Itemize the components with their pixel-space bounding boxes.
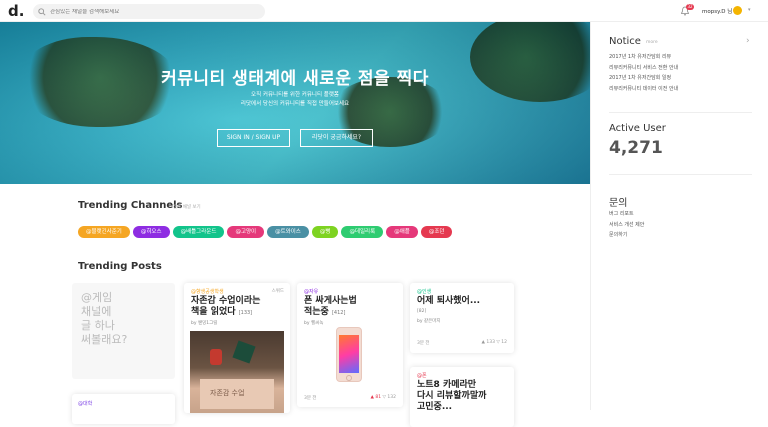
post-author-tag: 스위드 <box>271 289 284 294</box>
book-title: 자존감 수업 <box>210 389 245 397</box>
channel-chip[interactable]: @블랫긴사준기 <box>78 226 130 238</box>
post-thumbnail: 자존감 수업 <box>190 331 284 413</box>
post-title[interactable]: 어제 퇴사했어... <box>417 296 480 307</box>
hero-subtitle-line: 리닷에서 당신의 커뮤니티를 직접 만들어보세요 <box>240 101 350 107</box>
post-time: 3분 전 <box>417 341 430 346</box>
notice-item[interactable]: 2017년 1차 유저간담회 일정 <box>609 73 678 84</box>
chevron-down-icon[interactable]: ▾ <box>748 7 751 13</box>
channel-chip[interactable]: @조던 <box>420 226 453 238</box>
inquiry-list: 버그 리포트 서비스 개선 제안 문의하기 <box>609 209 644 241</box>
post-time: 3분 전 <box>304 396 317 401</box>
post-card[interactable]: @대학 <box>72 394 175 424</box>
channel-chip[interactable]: @애플 <box>386 226 418 238</box>
active-user-title: Active User <box>609 123 666 134</box>
photo-figure <box>210 349 222 365</box>
divider <box>609 112 752 113</box>
post-channel-tag[interactable]: @대학 <box>78 400 92 407</box>
signin-button[interactable]: SIGN IN / SIGN UP <box>217 129 290 147</box>
post-card[interactable]: @인생 어제 퇴사했어... [82] by 같은마지 3분 전 ▲ 133 ▽… <box>410 283 514 353</box>
search-icon <box>38 7 46 16</box>
channel-chip[interactable]: @데일리룩 <box>341 226 384 238</box>
channel-chip[interactable]: @배틀그라운드 <box>172 226 225 238</box>
notice-more-link[interactable]: more <box>646 40 658 45</box>
post-votes: ▲ 81 ▽ 132 <box>370 395 396 400</box>
post-card[interactable]: @폰 노트8 카메라만 다시 리뷰할까말까 고민중... <box>410 367 514 427</box>
post-card[interactable]: @향생공생학생 스위드 자존감 수업이라는 책을 읽었다 [133] by 쌘밍… <box>184 283 290 413</box>
post-thumbnail <box>336 327 362 382</box>
inquiry-item[interactable]: 서비스 개선 제안 <box>609 220 644 231</box>
post-channel-tag[interactable]: @인생 <box>417 288 431 295</box>
post-comment-count: [412] <box>331 310 346 316</box>
notice-list: 2017년 1차 유저간담회 리뷰 리뷰리커뮤니티 서비스 전환 안내 2017… <box>609 52 678 94</box>
channel-chip[interactable]: @뻥 <box>311 226 339 238</box>
channel-chip[interactable]: @히오스 <box>132 226 170 238</box>
upvote-count[interactable]: ▲ 81 <box>370 395 381 400</box>
post-title-text: 폰 싸게사는법 적는중 <box>304 296 357 317</box>
chevron-right-icon[interactable]: › <box>746 36 750 46</box>
upvote-count[interactable]: ▲ 133 <box>481 340 494 345</box>
trending-posts-title: Trending Posts <box>78 261 162 272</box>
notification-badge: 32 <box>686 4 694 10</box>
post-title[interactable]: 자존감 수업이라는 책을 읽었다 [133] <box>191 296 260 319</box>
post-title[interactable]: 폰 싸게사는법 적는중 [412] <box>304 296 357 319</box>
phone-home-button <box>346 375 352 381</box>
search-bar[interactable] <box>33 4 265 19</box>
post-channel-tag[interactable]: @폰 <box>417 372 427 379</box>
downvote-count[interactable]: ▽ 12 <box>496 340 507 345</box>
trending-channels-title: Trending Channels <box>78 200 183 211</box>
avatar[interactable] <box>733 6 742 15</box>
post-comment-count: [133] <box>238 310 253 316</box>
sidebar: Notice more › 2017년 1차 유저간담회 리뷰 리뷰리커뮤니티 … <box>590 22 768 410</box>
inquiry-item[interactable]: 버그 리포트 <box>609 209 644 220</box>
post-title[interactable]: 노트8 카메라만 다시 리뷰할까말까 고민중... <box>417 380 486 413</box>
inquiry-title: 문의 <box>609 198 628 209</box>
main-content: Trending Channels 전체 채널 보기 @블랫긴사준기 @히오스 … <box>0 184 590 427</box>
hero-subtitle: 오직 커뮤니티를 위한 커뮤니티 플랫폼 리닷에서 당신의 커뮤니티를 직접 만… <box>0 91 590 109</box>
username[interactable]: mopsy.D 님 <box>702 7 732 15</box>
post-author: by 헬씨녹 <box>304 321 324 326</box>
post-channel-tag[interactable]: @자유 <box>304 288 318 295</box>
photo-cube <box>232 340 256 364</box>
notice-item[interactable]: 2017년 1차 유저간담회 리뷰 <box>609 52 678 63</box>
write-post-prompt: @게임 채널에 글 하나 써볼래요? <box>81 291 128 346</box>
notice-item[interactable]: 리뷰리커뮤니티 서비스 전환 안내 <box>609 63 678 74</box>
post-author: by 쌘밍1그릴 <box>191 321 218 326</box>
active-user-count: 4,271 <box>609 138 663 158</box>
logo[interactable]: d. <box>8 3 24 19</box>
channel-chips: @블랫긴사준기 @히오스 @배틀그라운드 @고양이 @트와이스 @뻥 @데일리룩… <box>78 226 453 238</box>
post-comment-count: [82] <box>417 309 427 314</box>
write-post-card[interactable]: @게임 채널에 글 하나 써볼래요? <box>72 283 175 379</box>
photo-book: 자존감 수업 <box>200 379 274 409</box>
all-channels-link[interactable]: 전체 채널 보기 <box>173 204 201 210</box>
top-bar: d. 32 mopsy.D 님 ▾ <box>0 0 768 22</box>
hero-subtitle-line: 오직 커뮤니티를 위한 커뮤니티 플랫폼 <box>251 92 339 98</box>
hero-banner: 커뮤니티 생태계에 새로운 점을 찍다 오직 커뮤니티를 위한 커뮤니티 플랫폼… <box>0 22 590 184</box>
phone-screen <box>339 335 359 373</box>
notice-title: Notice <box>609 36 641 47</box>
divider <box>609 174 752 175</box>
channel-chip[interactable]: @고양이 <box>227 226 265 238</box>
hero-headline: 커뮤니티 생태계에 새로운 점을 찍다 <box>161 69 429 89</box>
downvote-count[interactable]: ▽ 132 <box>383 395 396 400</box>
inquiry-item[interactable]: 문의하기 <box>609 230 644 241</box>
search-input[interactable] <box>50 8 250 15</box>
channel-chip[interactable]: @트와이스 <box>267 226 309 238</box>
notice-item[interactable]: 리뷰리커뮤니티 데이터 이전 안내 <box>609 84 678 95</box>
post-author: by 같은마지 <box>417 319 441 324</box>
post-card[interactable]: @자유 폰 싸게사는법 적는중 [412] by 헬씨녹 3분 전 ▲ 81 ▽… <box>297 283 403 407</box>
post-channel-tag[interactable]: @향생공생학생 <box>191 288 224 295</box>
post-votes: ▲ 133 ▽ 12 <box>481 340 507 345</box>
about-button[interactable]: 리닷이 궁금하세요? <box>300 129 373 147</box>
